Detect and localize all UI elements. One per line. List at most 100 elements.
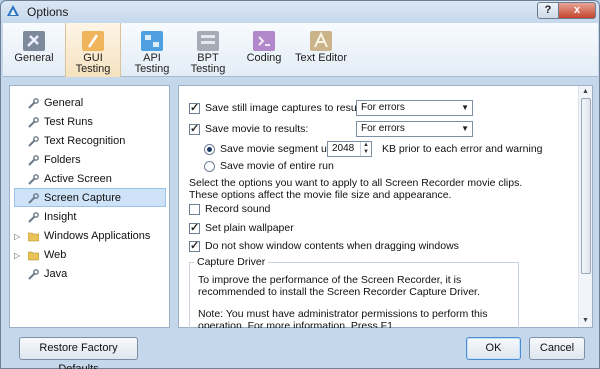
wrench-icon <box>28 174 39 185</box>
save-still-label: Save still image captures to results: <box>205 102 371 114</box>
restore-defaults-button[interactable]: Restore Factory Defaults <box>19 337 138 369</box>
toolbar-label: Coding <box>246 52 282 64</box>
record-sound-checkbox[interactable] <box>189 204 200 215</box>
toolbar-label: Text Editor <box>295 52 347 64</box>
sidebar-item-label: Test Runs <box>44 116 93 128</box>
sidebar-item-label: Text Recognition <box>44 135 126 147</box>
sidebar-item-insight[interactable]: Insight <box>14 208 166 227</box>
help-button[interactable]: ? <box>537 2 559 19</box>
record-sound-checkbox-row[interactable]: Record sound <box>189 202 309 218</box>
gui-testing-icon <box>82 31 104 51</box>
toolbar-label: General <box>14 52 54 64</box>
options-dialog: Options ? x General GUI Testing API Test… <box>0 0 600 369</box>
save-still-checkbox[interactable] <box>189 101 200 116</box>
sidebar-item-active-screen[interactable]: Active Screen <box>14 170 166 189</box>
save-movie-dropdown[interactable]: For errors ▼ <box>356 121 473 137</box>
wrench-icon <box>28 212 39 223</box>
expand-arrow-icon[interactable]: ▷ <box>14 227 20 246</box>
sidebar-item-folders[interactable]: Folders <box>14 151 166 170</box>
entire-run-radio[interactable] <box>204 161 215 172</box>
save-movie-label: Save movie to results: <box>205 123 309 135</box>
sidebar-item-label: Windows Applications <box>44 230 151 242</box>
toolbar-item-bpt-testing[interactable]: BPT Testing <box>183 23 233 77</box>
close-button[interactable]: x <box>558 2 596 19</box>
stepper-arrows-icon[interactable]: ▲ ▼ <box>360 142 371 156</box>
scroll-down-icon[interactable]: ▼ <box>579 315 592 327</box>
sidebar-item-label: Screen Capture <box>44 192 122 204</box>
no-window-contents-checkbox-row[interactable]: Do not show window contents when draggin… <box>189 239 459 255</box>
title-bar[interactable]: Options ? x <box>1 1 599 23</box>
plain-wallpaper-label: Set plain wallpaper <box>205 222 294 234</box>
segment-suffix: KB prior to each error and warning <box>382 142 582 158</box>
save-movie-checkbox[interactable] <box>189 122 200 137</box>
general-icon <box>23 31 45 51</box>
bpt-testing-icon <box>197 31 219 51</box>
plain-wallpaper-checkbox-row[interactable]: Set plain wallpaper <box>189 221 309 237</box>
toolbar-label: API Testing <box>134 52 170 75</box>
wrench-icon <box>28 269 39 280</box>
record-sound-label: Record sound <box>205 203 271 215</box>
capture-driver-text: To improve the performance of the Screen… <box>198 274 480 298</box>
capture-driver-note: Note: You must have administrator permis… <box>198 308 488 328</box>
sidebar-item-web[interactable]: ▷ Web <box>14 246 166 265</box>
wrench-icon <box>28 117 39 128</box>
capture-driver-group: Capture Driver To improve the performanc… <box>189 256 519 328</box>
toolbar-item-gui-testing[interactable]: GUI Testing <box>65 23 121 77</box>
folder-icon <box>28 232 39 242</box>
save-still-dropdown[interactable]: For errors ▼ <box>356 100 473 116</box>
save-movie-value: For errors <box>361 123 405 134</box>
toolbar-item-coding[interactable]: Coding <box>239 23 289 77</box>
save-movie-checkbox-row[interactable]: Save movie to results: <box>189 122 359 138</box>
screen-capture-panel: Save still image captures to results: Fo… <box>178 85 593 328</box>
text-editor-icon <box>310 31 332 51</box>
options-toolbar: General GUI Testing API Testing BPT Test… <box>3 23 598 77</box>
toolbar-item-general[interactable]: General <box>9 23 59 77</box>
save-still-checkbox-row[interactable]: Save still image captures to results: <box>189 101 370 117</box>
cancel-button[interactable]: Cancel <box>529 337 585 360</box>
dropdown-arrow-icon: ▼ <box>461 103 469 112</box>
coding-icon <box>253 31 275 51</box>
toolbar-label: GUI Testing <box>75 52 111 75</box>
plain-wallpaper-checkbox[interactable] <box>189 221 200 236</box>
api-testing-icon <box>141 31 163 51</box>
capture-driver-title: Capture Driver <box>194 256 269 268</box>
folder-icon <box>28 251 39 261</box>
panel-scrollbar[interactable]: ▲ ▼ <box>578 86 592 327</box>
sidebar-item-screen-capture[interactable]: Screen Capture <box>14 188 166 207</box>
segment-radio-row[interactable]: Save movie segment up to <box>204 142 344 158</box>
sidebar-item-label: Web <box>44 249 67 261</box>
sidebar-item-java[interactable]: Java <box>14 265 166 284</box>
sidebar-item-label: General <box>44 97 84 109</box>
entire-run-label: Save movie of entire run <box>220 160 334 172</box>
window-title: Options <box>27 5 69 19</box>
no-window-contents-checkbox[interactable] <box>189 239 200 254</box>
sidebar-item-label: Active Screen <box>44 173 112 185</box>
ok-button[interactable]: OK <box>466 337 521 360</box>
wrench-icon <box>28 98 39 109</box>
segment-label: Save movie segment up to <box>220 143 345 155</box>
toolbar-label: BPT Testing <box>190 52 226 75</box>
app-logo-icon <box>7 5 19 16</box>
sidebar-item-windows-applications[interactable]: ▷ Windows Applications <box>14 227 166 246</box>
movie-options-description: Select the options you want to apply to … <box>189 177 523 201</box>
expand-arrow-icon[interactable]: ▷ <box>14 246 20 265</box>
scrollbar-thumb[interactable] <box>581 98 591 274</box>
wrench-icon <box>28 155 39 166</box>
sidebar-item-label: Folders <box>44 154 81 166</box>
sidebar-item-test-runs[interactable]: Test Runs <box>14 113 166 132</box>
wrench-icon <box>28 136 39 147</box>
dropdown-arrow-icon: ▼ <box>461 124 469 133</box>
sidebar-item-text-recognition[interactable]: Text Recognition <box>14 132 166 151</box>
segment-size-value: 2048 <box>332 143 355 154</box>
sidebar-item-label: Insight <box>44 211 77 223</box>
toolbar-item-api-testing[interactable]: API Testing <box>127 23 177 77</box>
sidebar-item-label: Java <box>44 268 68 280</box>
segment-size-stepper[interactable]: 2048 ▲ ▼ <box>327 141 372 157</box>
toolbar-item-text-editor[interactable]: Text Editor <box>293 23 349 77</box>
segment-suffix-text: KB prior to each error and warning <box>382 143 543 155</box>
sidebar-item-general[interactable]: General <box>14 94 166 113</box>
no-window-contents-label: Do not show window contents when draggin… <box>205 240 459 252</box>
segment-radio[interactable] <box>204 144 215 155</box>
scroll-up-icon[interactable]: ▲ <box>579 86 592 98</box>
entire-run-radio-row[interactable]: Save movie of entire run <box>204 159 344 175</box>
